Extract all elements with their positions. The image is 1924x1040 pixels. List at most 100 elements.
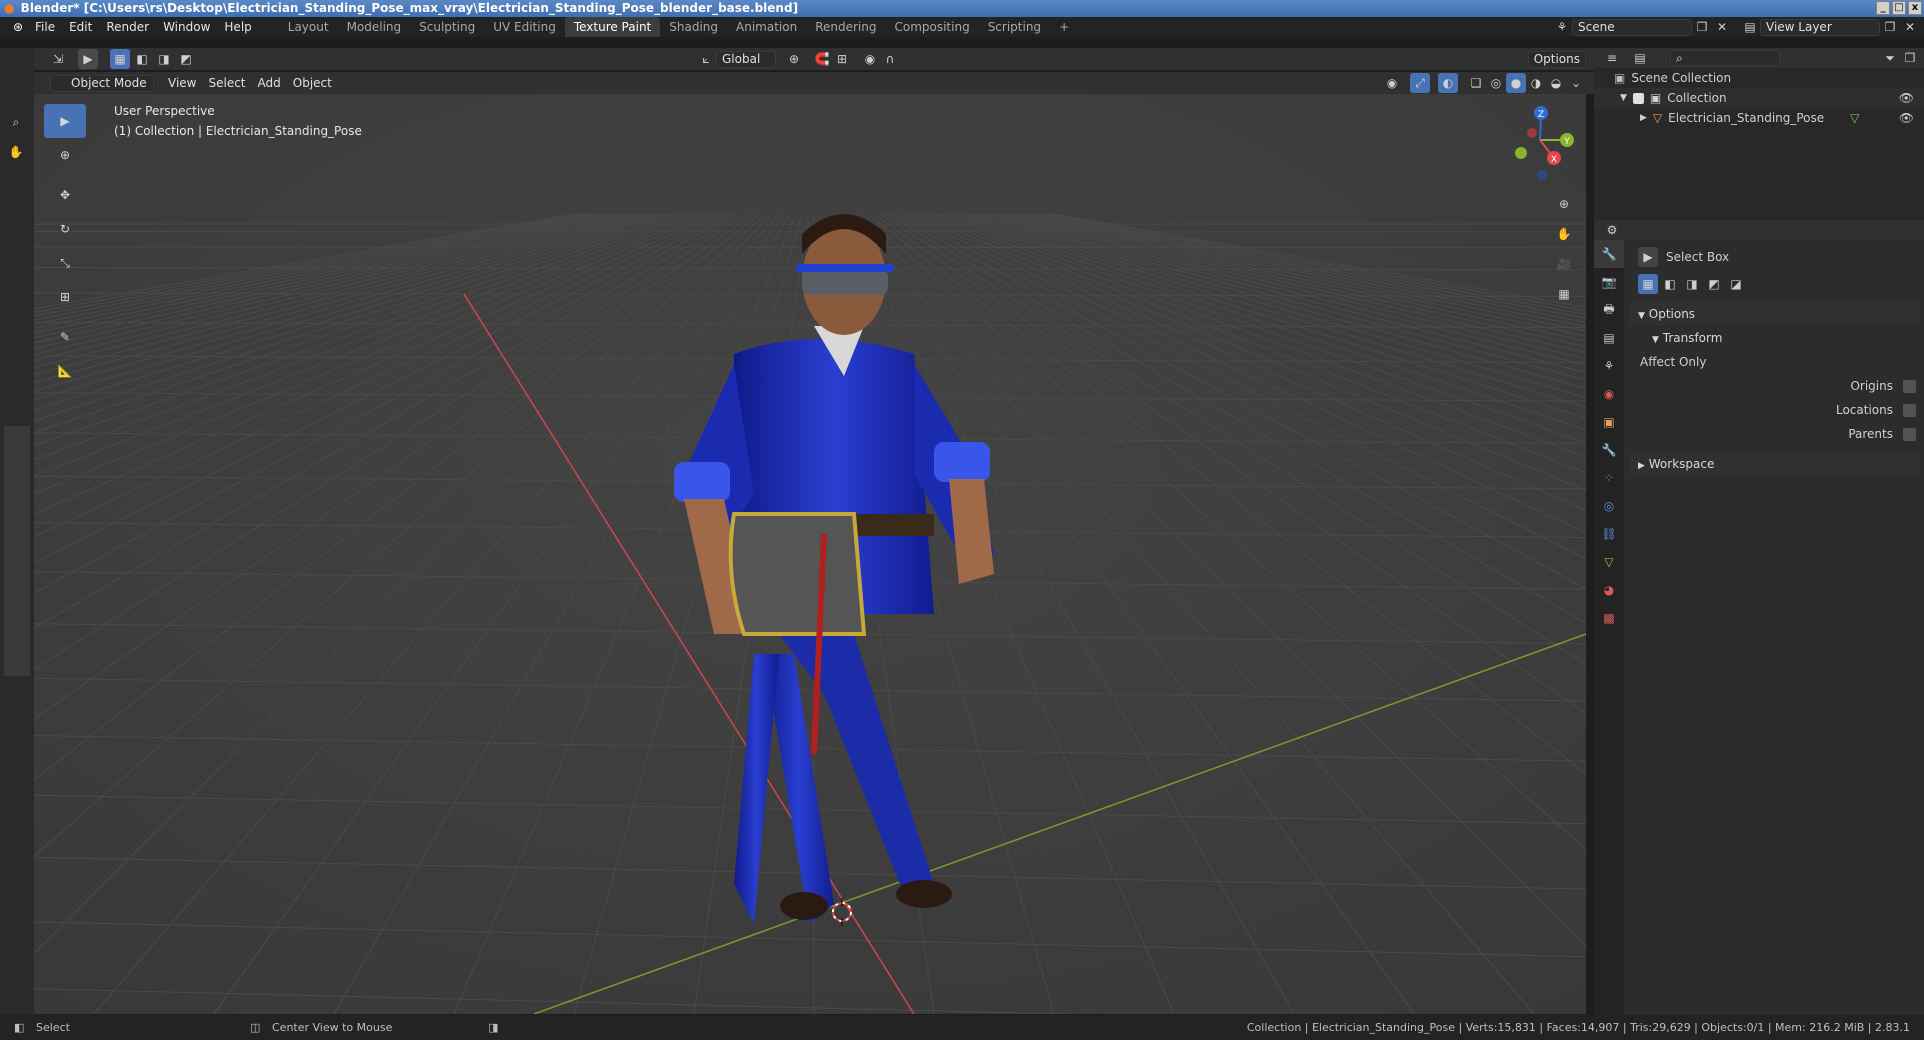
parents-checkbox[interactable] xyxy=(1903,427,1916,441)
parents-row[interactable]: Parents xyxy=(1630,422,1920,446)
shading-options-icon[interactable]: ⌄ xyxy=(1566,73,1586,93)
tab-modifiers[interactable]: 🔧 xyxy=(1594,436,1624,464)
options-panel-header[interactable]: ▼ Options xyxy=(1630,302,1920,326)
properties-editor-icon[interactable]: ⚙ xyxy=(1602,220,1622,240)
tab-modeling[interactable]: Modeling xyxy=(338,17,411,37)
transform-tool[interactable]: ⊞ xyxy=(44,280,86,314)
tab-data[interactable]: ▽ xyxy=(1594,548,1624,576)
tab-uv-editing[interactable]: UV Editing xyxy=(484,17,565,37)
expand-collection-icon[interactable]: ▼ xyxy=(1620,88,1627,108)
select-intersect-icon[interactable]: ◩ xyxy=(176,49,196,69)
select-new-icon[interactable]: ▦ xyxy=(110,49,130,69)
blender-menu-icon[interactable]: ⊛ xyxy=(8,17,28,37)
overlay-toggle-icon[interactable]: ◐ xyxy=(1438,73,1458,93)
menu-edit[interactable]: Edit xyxy=(62,17,99,37)
tab-animation[interactable]: Animation xyxy=(727,17,806,37)
annotate-tool[interactable]: ✎ xyxy=(44,320,86,354)
solid-shading-icon[interactable]: ● xyxy=(1506,73,1526,93)
scene-icon[interactable]: ⚘ xyxy=(1552,17,1572,37)
xray-toggle-icon[interactable]: ❏ xyxy=(1466,73,1486,93)
collection-checkbox[interactable] xyxy=(1632,92,1644,104)
menu-select[interactable]: Select xyxy=(202,73,251,93)
select-extend-icon[interactable]: ◧ xyxy=(132,49,152,69)
tab-tool[interactable]: 🔧 xyxy=(1594,240,1624,268)
filter-icon[interactable]: ⏷ xyxy=(1880,48,1900,68)
rendered-shading-icon[interactable]: ◒ xyxy=(1546,73,1566,93)
tab-render[interactable]: 📷 xyxy=(1594,268,1624,296)
tab-particles[interactable]: ⁘ xyxy=(1594,464,1624,492)
object-mode-dropdown[interactable]: Object Mode xyxy=(50,74,154,92)
view-layer-icon[interactable]: ▤ xyxy=(1740,17,1760,37)
outliner-row-collection[interactable]: ▼ ▣ Collection 👁 xyxy=(1594,88,1924,108)
tab-texture[interactable]: ▩ xyxy=(1594,604,1624,632)
falloff-icon[interactable]: ∩ xyxy=(880,49,900,69)
tab-rendering[interactable]: Rendering xyxy=(806,17,885,37)
tab-sculpting[interactable]: Sculpting xyxy=(410,17,484,37)
tab-material[interactable]: ◕ xyxy=(1594,576,1624,604)
minimize-button[interactable]: _ xyxy=(1876,1,1890,15)
hand-side-icon[interactable]: ✋ xyxy=(6,142,26,162)
snap-icon[interactable]: 🧲 xyxy=(812,49,832,69)
view-layer-close-icon[interactable]: ✕ xyxy=(1900,17,1920,37)
mode-intersect-icon[interactable]: ◪ xyxy=(1726,274,1746,294)
maximize-button[interactable]: □ xyxy=(1892,1,1906,15)
side-region-scroll[interactable] xyxy=(4,426,30,676)
outliner-editor-icon[interactable]: ≡ xyxy=(1602,48,1622,68)
scale-tool[interactable]: ⤡ xyxy=(44,246,86,280)
menu-view[interactable]: View xyxy=(162,73,202,93)
outliner-row-scene-collection[interactable]: ▣ Scene Collection xyxy=(1594,68,1924,88)
mode-new-icon[interactable]: ▦ xyxy=(1638,274,1658,294)
menu-render[interactable]: Render xyxy=(99,17,156,37)
active-tool-icon[interactable]: ▶ xyxy=(78,49,98,69)
locations-row[interactable]: Locations xyxy=(1630,398,1920,422)
visibility-icon[interactable]: ◉ xyxy=(1382,73,1402,93)
options-dropdown[interactable]: Options xyxy=(1527,50,1586,68)
tab-compositing[interactable]: Compositing xyxy=(885,17,978,37)
scene-close-icon[interactable]: ✕ xyxy=(1712,17,1732,37)
zoom-icon[interactable]: ⊕ xyxy=(1554,194,1574,214)
mode-difference-icon[interactable]: ◩ xyxy=(1704,274,1724,294)
display-mode-icon[interactable]: ▤ xyxy=(1630,48,1650,68)
tab-world[interactable]: ◉ xyxy=(1594,380,1624,408)
collection-visibility-icon[interactable]: 👁 xyxy=(1899,88,1914,108)
tab-shading[interactable]: Shading xyxy=(660,17,727,37)
mesh-data-icon[interactable]: ▽ xyxy=(1850,108,1859,128)
tab-view-layer[interactable]: ▤ xyxy=(1594,324,1624,352)
scene-selector[interactable]: Scene xyxy=(1572,18,1692,36)
tab-texture-paint[interactable]: Texture Paint xyxy=(564,17,661,37)
pivot-point-icon[interactable]: ⊕ xyxy=(784,49,804,69)
expand-object-icon[interactable]: ▶ xyxy=(1640,108,1647,128)
add-workspace-button[interactable]: + xyxy=(1050,17,1078,37)
measure-tool[interactable]: 📐 xyxy=(44,354,86,388)
transform-pivot-icon[interactable]: ⇲ xyxy=(48,49,68,69)
origins-row[interactable]: Origins xyxy=(1630,374,1920,398)
new-collection-icon[interactable]: ❐ xyxy=(1900,48,1920,68)
gizmo-toggle-icon[interactable]: ⤢ xyxy=(1410,73,1430,93)
transform-orientation-dropdown[interactable]: Global xyxy=(716,50,776,68)
menu-object[interactable]: Object xyxy=(287,73,338,93)
menu-add[interactable]: Add xyxy=(252,73,287,93)
tab-layout[interactable]: Layout xyxy=(279,17,338,37)
tab-constraints[interactable]: ⛓ xyxy=(1594,520,1624,548)
mode-subtract-icon[interactable]: ◨ xyxy=(1682,274,1702,294)
view-layer-copy-icon[interactable]: ❐ xyxy=(1880,17,1900,37)
tab-scene[interactable]: ⚘ xyxy=(1594,352,1624,380)
select-box-tool[interactable]: ▶ xyxy=(44,104,86,138)
material-shading-icon[interactable]: ◑ xyxy=(1526,73,1546,93)
mode-extend-icon[interactable]: ◧ xyxy=(1660,274,1680,294)
pan-hand-icon[interactable]: ✋ xyxy=(1554,224,1574,244)
workspace-panel-header[interactable]: ▶ Workspace xyxy=(1630,452,1920,476)
wireframe-shading-icon[interactable]: ◎ xyxy=(1486,73,1506,93)
origins-checkbox[interactable] xyxy=(1903,379,1916,393)
menu-window[interactable]: Window xyxy=(156,17,217,37)
locations-checkbox[interactable] xyxy=(1903,403,1916,417)
zoom-side-icon[interactable]: ⌕ xyxy=(6,112,26,132)
outliner-search-input[interactable]: ⌕ xyxy=(1670,50,1780,66)
select-subtract-icon[interactable]: ◨ xyxy=(154,49,174,69)
proportional-edit-icon[interactable]: ◉ xyxy=(860,49,880,69)
view-layer-selector[interactable]: View Layer xyxy=(1760,18,1880,36)
move-tool[interactable]: ✥ xyxy=(44,178,86,212)
tab-object[interactable]: ▣ xyxy=(1594,408,1624,436)
ortho-toggle-icon[interactable]: ▦ xyxy=(1554,284,1574,304)
close-button[interactable]: x xyxy=(1908,1,1922,15)
